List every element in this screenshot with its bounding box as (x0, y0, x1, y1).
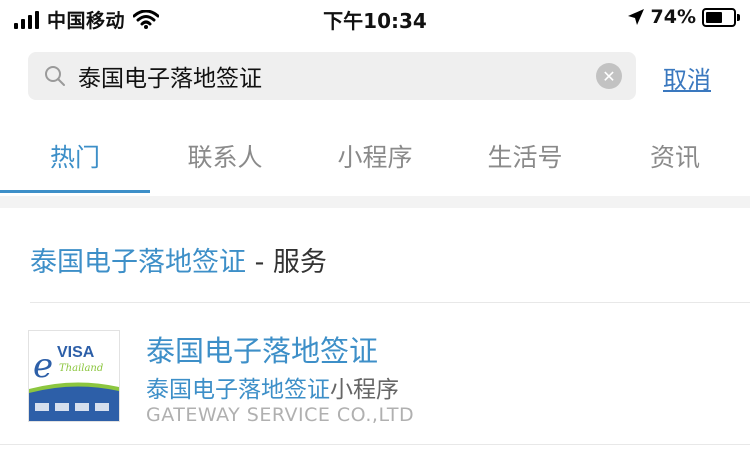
result-subtitle: 泰国电子落地签证小程序 (146, 370, 399, 404)
logo-thailand-text: Thailand (59, 363, 103, 374)
section-title: 泰国电子落地签证 - 服务 (30, 240, 327, 279)
status-bar: 中国移动 下午10:34 74% (0, 0, 750, 36)
active-tab-indicator (0, 190, 150, 193)
battery-nub (737, 13, 740, 21)
location-arrow-icon (627, 9, 644, 25)
tab-contacts[interactable]: 联系人 (150, 138, 300, 174)
result-company: GATEWAY SERVICE CO.,LTD (146, 404, 415, 426)
clear-icon[interactable]: ✕ (596, 63, 622, 89)
search-bar[interactable]: ✕ (28, 52, 636, 100)
category-tabs: 热门 联系人 小程序 生活号 资讯 (0, 128, 750, 194)
section-title-keyword: 泰国电子落地签证 (30, 247, 246, 278)
tab-mini-programs[interactable]: 小程序 (300, 138, 450, 174)
search-icon (45, 66, 65, 86)
result-subtitle-keyword: 泰国电子落地签证 (146, 377, 330, 403)
evisa-thumbnail: e VISA Thailand (28, 330, 120, 422)
result-subtitle-type: 小程序 (330, 377, 399, 403)
battery-fill (706, 11, 722, 23)
section-title-suffix: - 服务 (246, 247, 327, 278)
search-input[interactable] (78, 63, 596, 89)
logo-visa-text: VISA (57, 344, 95, 361)
tab-news[interactable]: 资讯 (600, 138, 750, 174)
battery-percent: 74% (650, 6, 696, 28)
divider (30, 302, 750, 303)
logo-initial: e (33, 346, 53, 386)
result-title: 泰国电子落地签证 (146, 334, 379, 368)
section-separator (0, 196, 750, 208)
status-bar-right: 74% (627, 6, 740, 28)
tab-hot[interactable]: 热门 (0, 138, 150, 174)
list-item[interactable]: e VISA Thailand 泰国电子落地签证 泰国电子落地签证小程序 GAT… (0, 318, 750, 428)
evisa-logo-icon: e VISA Thailand (29, 331, 119, 421)
battery-icon (702, 7, 740, 27)
bottom-divider (0, 444, 750, 445)
tab-life-accounts[interactable]: 生活号 (450, 138, 600, 174)
cancel-button[interactable]: 取消 (663, 60, 711, 95)
